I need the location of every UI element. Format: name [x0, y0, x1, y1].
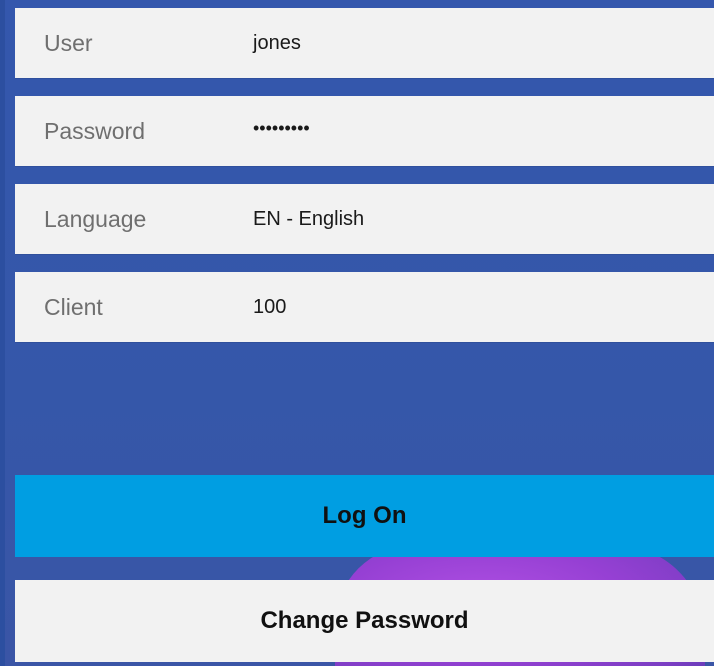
- password-input[interactable]: •••••••••: [253, 93, 693, 163]
- change-password-button[interactable]: Change Password: [15, 580, 714, 662]
- language-label: Language: [44, 206, 147, 232]
- log-on-button[interactable]: Log On: [15, 475, 714, 557]
- user-input[interactable]: jones: [253, 8, 693, 78]
- log-on-button-label: Log On: [322, 502, 407, 529]
- password-field-row[interactable]: Password •••••••••: [15, 96, 714, 166]
- client-label: Client: [44, 294, 103, 320]
- language-select[interactable]: EN - English: [253, 184, 693, 254]
- password-label: Password: [44, 118, 145, 144]
- language-field-row[interactable]: Language EN - English: [15, 184, 714, 254]
- user-field-row[interactable]: User jones: [15, 8, 714, 78]
- client-input[interactable]: 100: [253, 272, 693, 342]
- client-field-row[interactable]: Client 100: [15, 272, 714, 342]
- change-password-button-label: Change Password: [260, 607, 469, 634]
- user-label: User: [44, 30, 93, 56]
